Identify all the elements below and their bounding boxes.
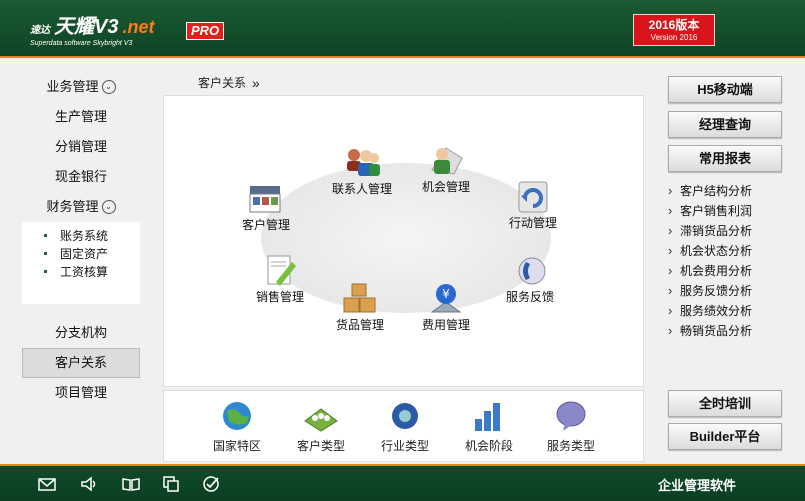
report-link[interactable]: 服务反馈分析 (668, 281, 788, 301)
sales-document-icon (267, 255, 296, 286)
module-label: 销售管理 (256, 290, 305, 304)
globe-icon (223, 402, 251, 430)
breadcrumb-current: 客户关系 (198, 76, 247, 90)
report-link[interactable]: 客户销售利润 (668, 201, 788, 221)
contacts-people-icon (347, 149, 380, 176)
report-link[interactable]: 服务绩效分析 (668, 301, 788, 321)
sidebar-item-branches[interactable]: 分支机构 (22, 318, 140, 348)
logo-suffix: .net (122, 17, 155, 37)
module-label: 联系人管理 (332, 182, 393, 196)
version-title: 2016版本 (648, 18, 700, 32)
pro-badge: PRO (186, 22, 225, 40)
breadcrumb-arrow-icon: » (252, 74, 260, 91)
logo-tagline: Superdata software Skybright V3 (30, 40, 133, 47)
left-sidebar: 业务管理 ⌄ 生产管理 分销管理 现金银行 财务管理 ⌄ 账务系统 固定资产 工… (22, 72, 140, 408)
sidebar-item-projects[interactable]: 项目管理 (22, 378, 140, 408)
speaker-icon[interactable] (80, 475, 98, 493)
logo-name: 天耀V3 (54, 16, 119, 38)
app-logo: 速达 天耀V3 .net Superdata software Skybrigh… (30, 10, 154, 47)
expense-yen-icon: ¥ (430, 284, 462, 313)
goods-boxes-icon (343, 283, 376, 313)
copy-icon[interactable] (162, 475, 180, 493)
submenu-item-fixed-assets[interactable]: 固定资产 (44, 245, 140, 263)
module-customer[interactable]: 客户管理 (242, 182, 290, 233)
bottom-item-opportunity-stages[interactable]: 机会阶段 (454, 399, 524, 454)
bottom-item-service-types[interactable]: 服务类型 (536, 399, 606, 454)
check-circle-icon[interactable] (202, 475, 220, 493)
version-sub: Version 2016 (650, 33, 698, 42)
module-label: 机会管理 (422, 180, 471, 194)
report-link[interactable]: 机会状态分析 (668, 241, 788, 261)
sidebar-item-crm[interactable]: 客户关系 (22, 348, 140, 378)
sidebar-item-cash-bank[interactable]: 现金银行 (22, 162, 140, 192)
module-goods[interactable]: 货品管理 (336, 282, 384, 333)
bottom-item-regions[interactable]: 国家特区 (202, 399, 272, 454)
report-link[interactable]: 客户结构分析 (668, 181, 788, 201)
module-opportunity[interactable]: 机会管理 (422, 144, 470, 195)
stages-bars-icon (475, 403, 500, 431)
logo-brand: 速达 (30, 25, 50, 36)
version-badge: 2016版本 Version 2016 (633, 14, 715, 46)
submenu-item-payroll[interactable]: 工资核算 (44, 263, 140, 281)
action-refresh-icon (518, 181, 548, 213)
module-action[interactable]: 行动管理 (509, 180, 557, 231)
chevron-down-icon[interactable]: ⌄ (101, 80, 116, 94)
opportunity-person-icon (431, 147, 463, 175)
bottom-item-industry-types[interactable]: 行业类型 (370, 399, 440, 454)
manager-query-button[interactable]: 经理查询 (668, 111, 782, 138)
service-type-bubble-icon (556, 401, 586, 431)
module-label: 行动管理 (509, 216, 558, 230)
module-expense[interactable]: ¥ 费用管理 (422, 282, 470, 333)
service-phone-icon (518, 257, 546, 285)
app-header: 速达 天耀V3 .net Superdata software Skybrigh… (0, 0, 805, 58)
chevron-down-icon[interactable]: ⌄ (101, 200, 116, 214)
sidebar-item-production[interactable]: 生产管理 (22, 102, 140, 132)
app-footer: 企业管理软件 (0, 464, 805, 501)
breadcrumb: 客户关系 » (198, 74, 260, 91)
report-list: 客户结构分析 客户销售利润 滞销货品分析 机会状态分析 机会费用分析 服务反馈分… (668, 181, 788, 341)
module-label: 费用管理 (422, 318, 471, 332)
builder-platform-button[interactable]: Builder平台 (668, 423, 782, 450)
module-contacts[interactable]: 联系人管理 (332, 146, 392, 197)
module-service[interactable]: 服务反馈 (506, 254, 554, 305)
industry-gear-icon (392, 403, 418, 429)
module-label: 货品管理 (336, 318, 385, 332)
training-button[interactable]: 全时培训 (668, 390, 782, 417)
module-sales[interactable]: 销售管理 (256, 254, 304, 305)
sidebar-item-finance[interactable]: 财务管理 ⌄ (22, 192, 140, 222)
h5-mobile-button[interactable]: H5移动端 (668, 76, 782, 103)
report-link[interactable]: 畅销货品分析 (668, 321, 788, 341)
customer-cards-icon (249, 186, 281, 213)
sidebar-item-distribution[interactable]: 分销管理 (22, 132, 140, 162)
svg-text:¥: ¥ (442, 287, 450, 301)
bottom-item-customer-types[interactable]: 客户类型 (286, 399, 356, 454)
submenu-item-accounting[interactable]: 账务系统 (44, 227, 140, 245)
report-link[interactable]: 滞销货品分析 (668, 221, 788, 241)
mail-icon[interactable] (38, 475, 56, 493)
footer-title: 企业管理软件 (658, 478, 737, 493)
finance-submenu: 账务系统 固定资产 工资核算 (22, 222, 140, 304)
crm-module-panel: 联系人管理 机会管理 客户管理 行动管理 销售管理 服务反馈 货品管理 ¥ 费用… (163, 95, 644, 387)
common-reports-button[interactable]: 常用报表 (668, 145, 782, 172)
report-link[interactable]: 机会费用分析 (668, 261, 788, 281)
sidebar-item-business[interactable]: 业务管理 ⌄ (22, 72, 140, 102)
crm-settings-strip: 国家特区 客户类型 行业类型 机会阶段 服务类型 (163, 390, 644, 462)
module-label: 服务反馈 (506, 290, 555, 304)
module-label: 客户管理 (242, 218, 291, 232)
customer-type-group-icon (304, 408, 338, 432)
book-icon[interactable] (122, 475, 140, 493)
